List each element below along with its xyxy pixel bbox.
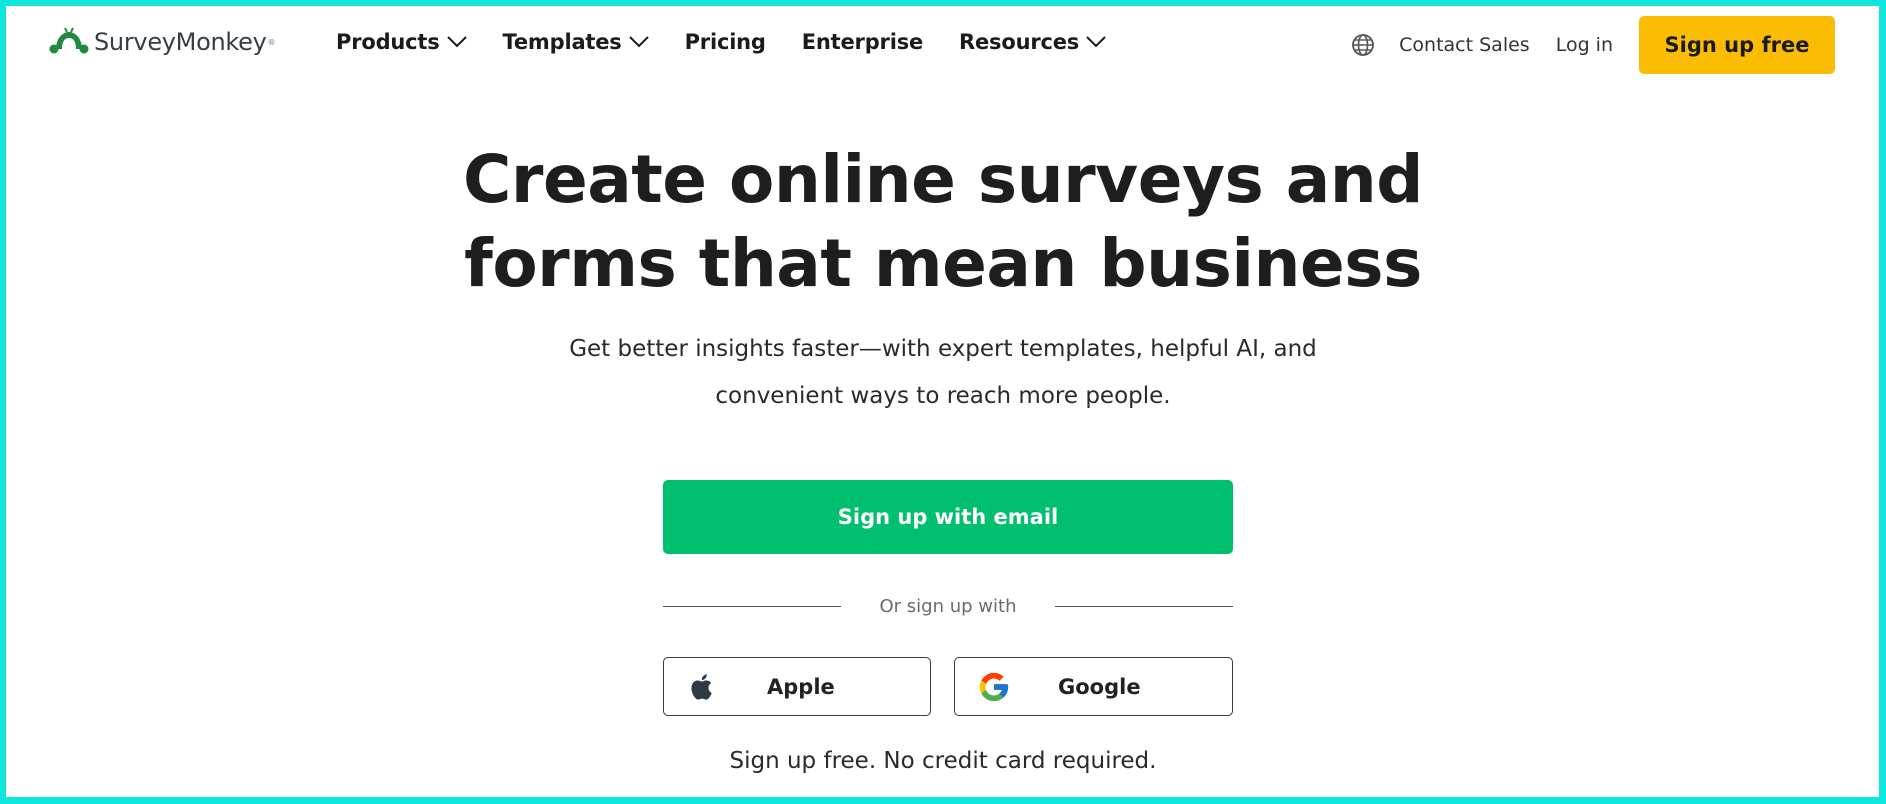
header-actions: Contact Sales Log in Sign up free	[1351, 16, 1835, 74]
globe-icon[interactable]	[1351, 33, 1375, 57]
nav-pricing[interactable]: Pricing	[685, 30, 766, 54]
nav-resources-label: Resources	[959, 30, 1080, 54]
nav-enterprise-label: Enterprise	[801, 30, 924, 54]
chevron-down-icon	[628, 36, 649, 48]
hero-subtitle-line-2: convenient ways to reach more people.	[715, 383, 1171, 409]
sign-up-google-button[interactable]: Google	[954, 657, 1233, 716]
nav-resources[interactable]: Resources	[959, 30, 1106, 54]
main-nav: Products Templates Pricing Enterprise Re…	[336, 24, 1142, 60]
hero-title-line-1: Create online surveys and	[462, 141, 1424, 218]
divider-line-right	[1055, 605, 1233, 607]
surveymonkey-logo-icon	[49, 27, 89, 54]
logo[interactable]: SurveyMonkey ®	[48, 22, 276, 62]
contact-sales-link[interactable]: Contact Sales	[1399, 34, 1530, 56]
sign-up-with-email-button[interactable]: Sign up with email	[663, 480, 1233, 554]
hero-title: Create online surveys and forms that mea…	[0, 138, 1886, 306]
chevron-down-icon	[446, 36, 467, 48]
logo-text: SurveyMonkey	[94, 28, 267, 56]
trademark: ®	[267, 37, 276, 47]
no-credit-card-note: Sign up free. No credit card required.	[729, 748, 1157, 774]
divider-text: Or sign up with	[879, 595, 1017, 617]
or-divider: Or sign up with	[663, 594, 1233, 618]
sign-up-free-button[interactable]: Sign up free	[1639, 16, 1835, 74]
sign-up-apple-button[interactable]: Apple	[663, 657, 931, 716]
hero-subtitle: Get better insights faster—with expert t…	[0, 326, 1886, 420]
apple-label: Apple	[767, 674, 835, 699]
google-label: Google	[1058, 674, 1141, 699]
divider-line-left	[663, 605, 841, 607]
nav-products-label: Products	[336, 30, 440, 54]
nav-templates[interactable]: Templates	[503, 30, 649, 54]
nav-enterprise[interactable]: Enterprise	[802, 30, 923, 54]
nav-templates-label: Templates	[502, 30, 622, 54]
google-icon	[979, 672, 1009, 702]
hero-title-line-2: forms that mean business	[464, 225, 1422, 302]
nav-products[interactable]: Products	[336, 30, 467, 54]
chevron-down-icon	[1086, 36, 1106, 48]
log-in-link[interactable]: Log in	[1556, 34, 1613, 56]
apple-icon	[691, 674, 712, 700]
hero-subtitle-line-1: Get better insights faster—with expert t…	[569, 336, 1317, 362]
nav-pricing-label: Pricing	[684, 30, 766, 54]
